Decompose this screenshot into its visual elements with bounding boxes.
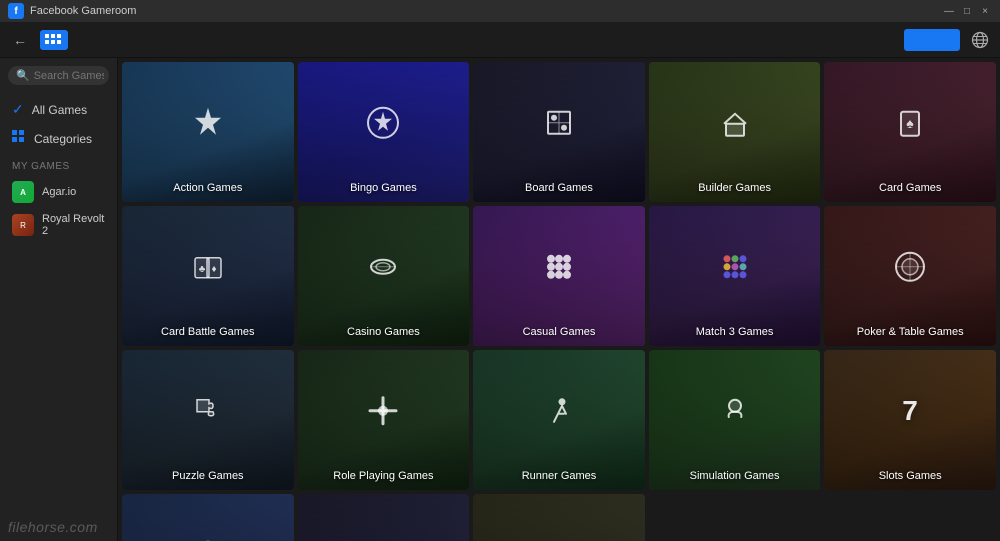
royal-revolt-thumb: R <box>12 214 34 236</box>
category-card-slots[interactable]: 7 Slots Games <box>824 350 996 490</box>
appbar-logo <box>40 30 68 50</box>
action-icon <box>189 104 227 151</box>
simulation-label: Simulation Games <box>686 470 784 490</box>
categories-grid: Action Games Bingo Games Board Games Bui… <box>122 62 996 541</box>
category-card-card[interactable]: ♠ Card Games <box>824 62 996 202</box>
category-card-bingo[interactable]: Bingo Games <box>298 62 470 202</box>
search-box[interactable]: 🔍 <box>8 66 109 85</box>
category-card-sports[interactable]: Sports Games <box>122 494 294 541</box>
category-card-strategy[interactable]: Strategy Games <box>298 494 470 541</box>
builder-icon <box>716 104 754 151</box>
my-games-section-label: MY GAMES <box>0 153 117 176</box>
sports-icon <box>189 536 227 541</box>
search-icon: 🔍 <box>16 69 30 82</box>
categories-label: Categories <box>34 132 92 146</box>
back-button[interactable]: ← <box>8 28 32 52</box>
category-card-action[interactable]: Action Games <box>122 62 294 202</box>
sidebar-game-agario[interactable]: A Agar.io <box>0 176 117 208</box>
slots-icon: 7 <box>891 392 929 439</box>
builder-label: Builder Games <box>694 182 775 202</box>
login-button[interactable] <box>904 29 960 51</box>
casino-label: Casino Games <box>343 326 424 346</box>
category-card-casual[interactable]: Casual Games <box>473 206 645 346</box>
card-overlay <box>298 494 470 541</box>
bingo-icon <box>364 104 402 151</box>
cardbattle-label: Card Battle Games <box>157 326 259 346</box>
strategy-icon <box>364 536 402 541</box>
category-card-rpg[interactable]: Role Playing Games <box>298 350 470 490</box>
agario-label: Agar.io <box>42 186 76 198</box>
sidebar: 🔍 ✓ All Games Categories MY GAMES A Agar… <box>0 58 118 541</box>
close-button[interactable]: × <box>978 4 992 18</box>
titlebar-title: Facebook Gameroom <box>30 5 136 17</box>
cardbattle-icon: ♣♦ <box>189 248 227 295</box>
sidebar-item-all-games[interactable]: ✓ All Games <box>0 95 117 124</box>
watermark-text: filehorse.com <box>8 519 98 535</box>
check-icon: ✓ <box>12 101 24 118</box>
rpg-icon <box>364 392 402 439</box>
board-label: Board Games <box>521 182 597 202</box>
runner-icon <box>540 392 578 439</box>
category-card-runner[interactable]: Runner Games <box>473 350 645 490</box>
poker-icon <box>891 248 929 295</box>
card-label: Card Games <box>875 182 945 202</box>
search-input[interactable] <box>34 70 104 82</box>
appbar: ← <box>0 22 1000 58</box>
category-card-board[interactable]: Board Games <box>473 62 645 202</box>
agario-thumb: A <box>12 181 34 203</box>
sidebar-game-royal-revolt[interactable]: R Royal Revolt 2 <box>0 208 117 242</box>
puzzle-label: Puzzle Games <box>168 470 248 490</box>
svg-text:7: 7 <box>902 395 918 426</box>
titlebar-left: f Facebook Gameroom <box>8 3 136 19</box>
svg-text:♠: ♠ <box>906 115 914 131</box>
content-area: Action Games Bingo Games Board Games Bui… <box>118 58 1000 541</box>
action-label: Action Games <box>169 182 246 202</box>
category-card-trivia[interactable]: FZ Trivia & Word Games <box>473 494 645 541</box>
minimize-button[interactable]: — <box>942 4 956 18</box>
casual-label: Casual Games <box>519 326 600 346</box>
all-games-label: All Games <box>32 103 87 117</box>
runner-label: Runner Games <box>518 470 601 490</box>
card-overlay <box>122 494 294 541</box>
match3-label: Match 3 Games <box>692 326 778 346</box>
watermark: filehorse.com <box>8 519 98 535</box>
simulation-icon <box>716 392 754 439</box>
titlebar-logo: f <box>8 3 24 19</box>
bingo-label: Bingo Games <box>346 182 421 202</box>
match3-icon <box>716 248 754 295</box>
royal-revolt-label: Royal Revolt 2 <box>42 213 105 237</box>
back-icon: ← <box>13 32 27 48</box>
maximize-button[interactable]: □ <box>960 4 974 18</box>
logo-letter: f <box>14 6 17 17</box>
rpg-label: Role Playing Games <box>329 470 437 490</box>
main-layout: 🔍 ✓ All Games Categories MY GAMES A Agar… <box>0 58 1000 541</box>
category-card-simulation[interactable]: Simulation Games <box>649 350 821 490</box>
trivia-icon: FZ <box>540 536 578 541</box>
grid-icon <box>12 130 26 147</box>
card-overlay <box>473 494 645 541</box>
puzzle-icon <box>189 392 227 439</box>
category-card-match3[interactable]: Match 3 Games <box>649 206 821 346</box>
category-card-builder[interactable]: Builder Games <box>649 62 821 202</box>
titlebar: f Facebook Gameroom — □ × <box>0 0 1000 22</box>
category-card-poker[interactable]: Poker & Table Games <box>824 206 996 346</box>
globe-button[interactable] <box>968 28 992 52</box>
board-icon <box>540 104 578 151</box>
svg-text:♦: ♦ <box>211 264 216 275</box>
poker-label: Poker & Table Games <box>853 326 968 346</box>
titlebar-controls[interactable]: — □ × <box>942 4 992 18</box>
card-icon: ♠ <box>891 104 929 151</box>
casual-icon <box>540 248 578 295</box>
category-card-puzzle[interactable]: Puzzle Games <box>122 350 294 490</box>
category-card-casino[interactable]: Casino Games <box>298 206 470 346</box>
svg-text:♣: ♣ <box>199 264 206 275</box>
slots-label: Slots Games <box>875 470 946 490</box>
casino-icon <box>364 248 402 295</box>
sidebar-item-categories[interactable]: Categories <box>0 124 117 153</box>
category-card-cardbattle[interactable]: ♣♦ Card Battle Games <box>122 206 294 346</box>
